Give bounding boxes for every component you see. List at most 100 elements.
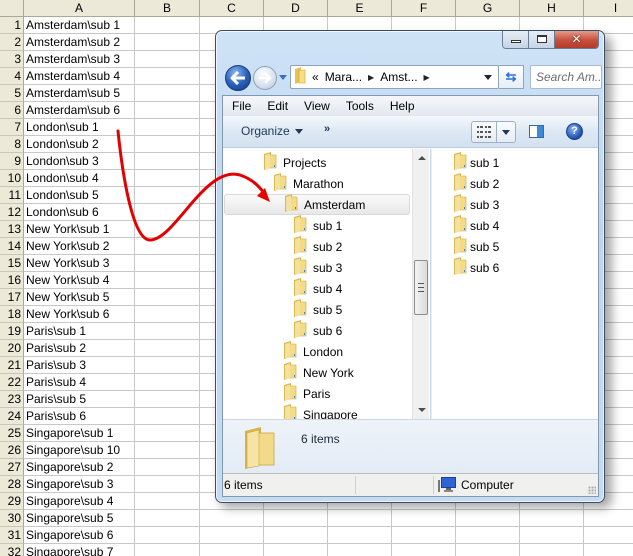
- row-header[interactable]: 16: [0, 272, 24, 289]
- cell-a[interactable]: Amsterdam\sub 6: [24, 102, 135, 119]
- menu-edit[interactable]: Edit: [258, 99, 295, 113]
- select-all-corner[interactable]: [0, 0, 24, 17]
- breadcrumb-marathon[interactable]: Mara...: [325, 70, 362, 84]
- help-button[interactable]: ?: [566, 123, 583, 140]
- row-header[interactable]: 31: [0, 527, 24, 544]
- cell-a[interactable]: New York\sub 5: [24, 289, 135, 306]
- cell-a[interactable]: New York\sub 2: [24, 238, 135, 255]
- file-item-sub-4[interactable]: sub 4: [453, 215, 499, 236]
- row-header[interactable]: 26: [0, 442, 24, 459]
- cell-empty[interactable]: [200, 544, 264, 556]
- file-item-sub-5[interactable]: sub 5: [453, 236, 499, 257]
- cell-a[interactable]: Singapore\sub 2: [24, 459, 135, 476]
- refresh-button[interactable]: ⇆: [499, 65, 524, 89]
- cell-empty[interactable]: [456, 544, 520, 556]
- row-header[interactable]: 13: [0, 221, 24, 238]
- tree-item-sub-2[interactable]: sub 2: [293, 236, 342, 257]
- column-header-h[interactable]: H: [520, 0, 584, 17]
- cell-a[interactable]: Amsterdam\sub 3: [24, 51, 135, 68]
- cell-empty[interactable]: [328, 544, 392, 556]
- cell-a[interactable]: Paris\sub 3: [24, 357, 135, 374]
- row-header[interactable]: 15: [0, 255, 24, 272]
- row-header[interactable]: 7: [0, 119, 24, 136]
- cell-a[interactable]: London\sub 5: [24, 187, 135, 204]
- cell-a[interactable]: Paris\sub 6: [24, 408, 135, 425]
- cell-a[interactable]: London\sub 4: [24, 170, 135, 187]
- cell-empty[interactable]: [135, 391, 200, 408]
- row-header[interactable]: 8: [0, 136, 24, 153]
- views-dropdown[interactable]: [497, 122, 515, 142]
- cell-empty[interactable]: [135, 289, 200, 306]
- cell-empty[interactable]: [135, 136, 200, 153]
- cell-empty[interactable]: [135, 238, 200, 255]
- row-header[interactable]: 18: [0, 306, 24, 323]
- cell-empty[interactable]: [456, 527, 520, 544]
- column-header-g[interactable]: G: [456, 0, 520, 17]
- row-header[interactable]: 17: [0, 289, 24, 306]
- cell-a[interactable]: Singapore\sub 10: [24, 442, 135, 459]
- tree-item-sub-6[interactable]: sub 6: [293, 320, 342, 341]
- row-header[interactable]: 28: [0, 476, 24, 493]
- cell-empty[interactable]: [135, 85, 200, 102]
- row-header[interactable]: 6: [0, 102, 24, 119]
- row-header[interactable]: 12: [0, 204, 24, 221]
- cell-empty[interactable]: [584, 510, 633, 527]
- cell-a[interactable]: Paris\sub 5: [24, 391, 135, 408]
- tree-item-london[interactable]: London: [283, 341, 343, 362]
- preview-pane-button[interactable]: [529, 125, 544, 138]
- breadcrumb-separator-icon[interactable]: ▶: [368, 73, 374, 82]
- row-header[interactable]: 20: [0, 340, 24, 357]
- cell-a[interactable]: London\sub 3: [24, 153, 135, 170]
- row-header[interactable]: 29: [0, 493, 24, 510]
- cell-empty[interactable]: [200, 510, 264, 527]
- cell-empty[interactable]: [135, 340, 200, 357]
- file-item-sub-6[interactable]: sub 6: [453, 257, 499, 278]
- cell-a[interactable]: Singapore\sub 1: [24, 425, 135, 442]
- cell-empty[interactable]: [135, 221, 200, 238]
- organize-button[interactable]: Organize: [241, 124, 303, 138]
- file-item-sub-2[interactable]: sub 2: [453, 173, 499, 194]
- row-header[interactable]: 5: [0, 85, 24, 102]
- column-header-f[interactable]: F: [392, 0, 456, 17]
- cell-empty[interactable]: [392, 544, 456, 556]
- column-header-c[interactable]: C: [200, 0, 264, 17]
- tree-item-amsterdam[interactable]: Amsterdam: [224, 194, 410, 215]
- breadcrumb-separator-icon[interactable]: ▶: [424, 73, 430, 82]
- more-commands-button[interactable]: »: [324, 123, 330, 135]
- column-header-d[interactable]: D: [264, 0, 328, 17]
- row-header[interactable]: 22: [0, 374, 24, 391]
- tree-item-projects[interactable]: Projects: [263, 152, 326, 173]
- cell-empty[interactable]: [584, 527, 633, 544]
- cell-a[interactable]: Singapore\sub 6: [24, 527, 135, 544]
- cell-empty[interactable]: [135, 306, 200, 323]
- cell-empty[interactable]: [135, 272, 200, 289]
- recent-pages-dropdown[interactable]: [279, 75, 287, 80]
- cell-empty[interactable]: [135, 323, 200, 340]
- cell-empty[interactable]: [328, 527, 392, 544]
- cell-empty[interactable]: [264, 527, 328, 544]
- cell-empty[interactable]: [135, 34, 200, 51]
- cell-empty[interactable]: [135, 119, 200, 136]
- cell-a[interactable]: Amsterdam\sub 2: [24, 34, 135, 51]
- cell-empty[interactable]: [135, 170, 200, 187]
- row-header[interactable]: 10: [0, 170, 24, 187]
- row-header[interactable]: 14: [0, 238, 24, 255]
- close-button[interactable]: ✕: [555, 31, 598, 48]
- cell-empty[interactable]: [135, 51, 200, 68]
- cell-empty[interactable]: [200, 527, 264, 544]
- cell-empty[interactable]: [135, 527, 200, 544]
- row-header[interactable]: 19: [0, 323, 24, 340]
- cell-a[interactable]: New York\sub 4: [24, 272, 135, 289]
- cell-empty[interactable]: [135, 68, 200, 85]
- maximize-button[interactable]: [529, 31, 555, 48]
- nav-pane-scrollbar[interactable]: [412, 149, 429, 419]
- row-header[interactable]: 11: [0, 187, 24, 204]
- tree-item-sub-1[interactable]: sub 1: [293, 215, 342, 236]
- cell-a[interactable]: Singapore\sub 7: [24, 544, 135, 556]
- views-icon[interactable]: [472, 122, 497, 142]
- menu-help[interactable]: Help: [381, 99, 422, 113]
- row-header[interactable]: 2: [0, 34, 24, 51]
- tree-item-sub-4[interactable]: sub 4: [293, 278, 342, 299]
- row-header[interactable]: 32: [0, 544, 24, 556]
- scroll-down-icon[interactable]: [418, 408, 426, 412]
